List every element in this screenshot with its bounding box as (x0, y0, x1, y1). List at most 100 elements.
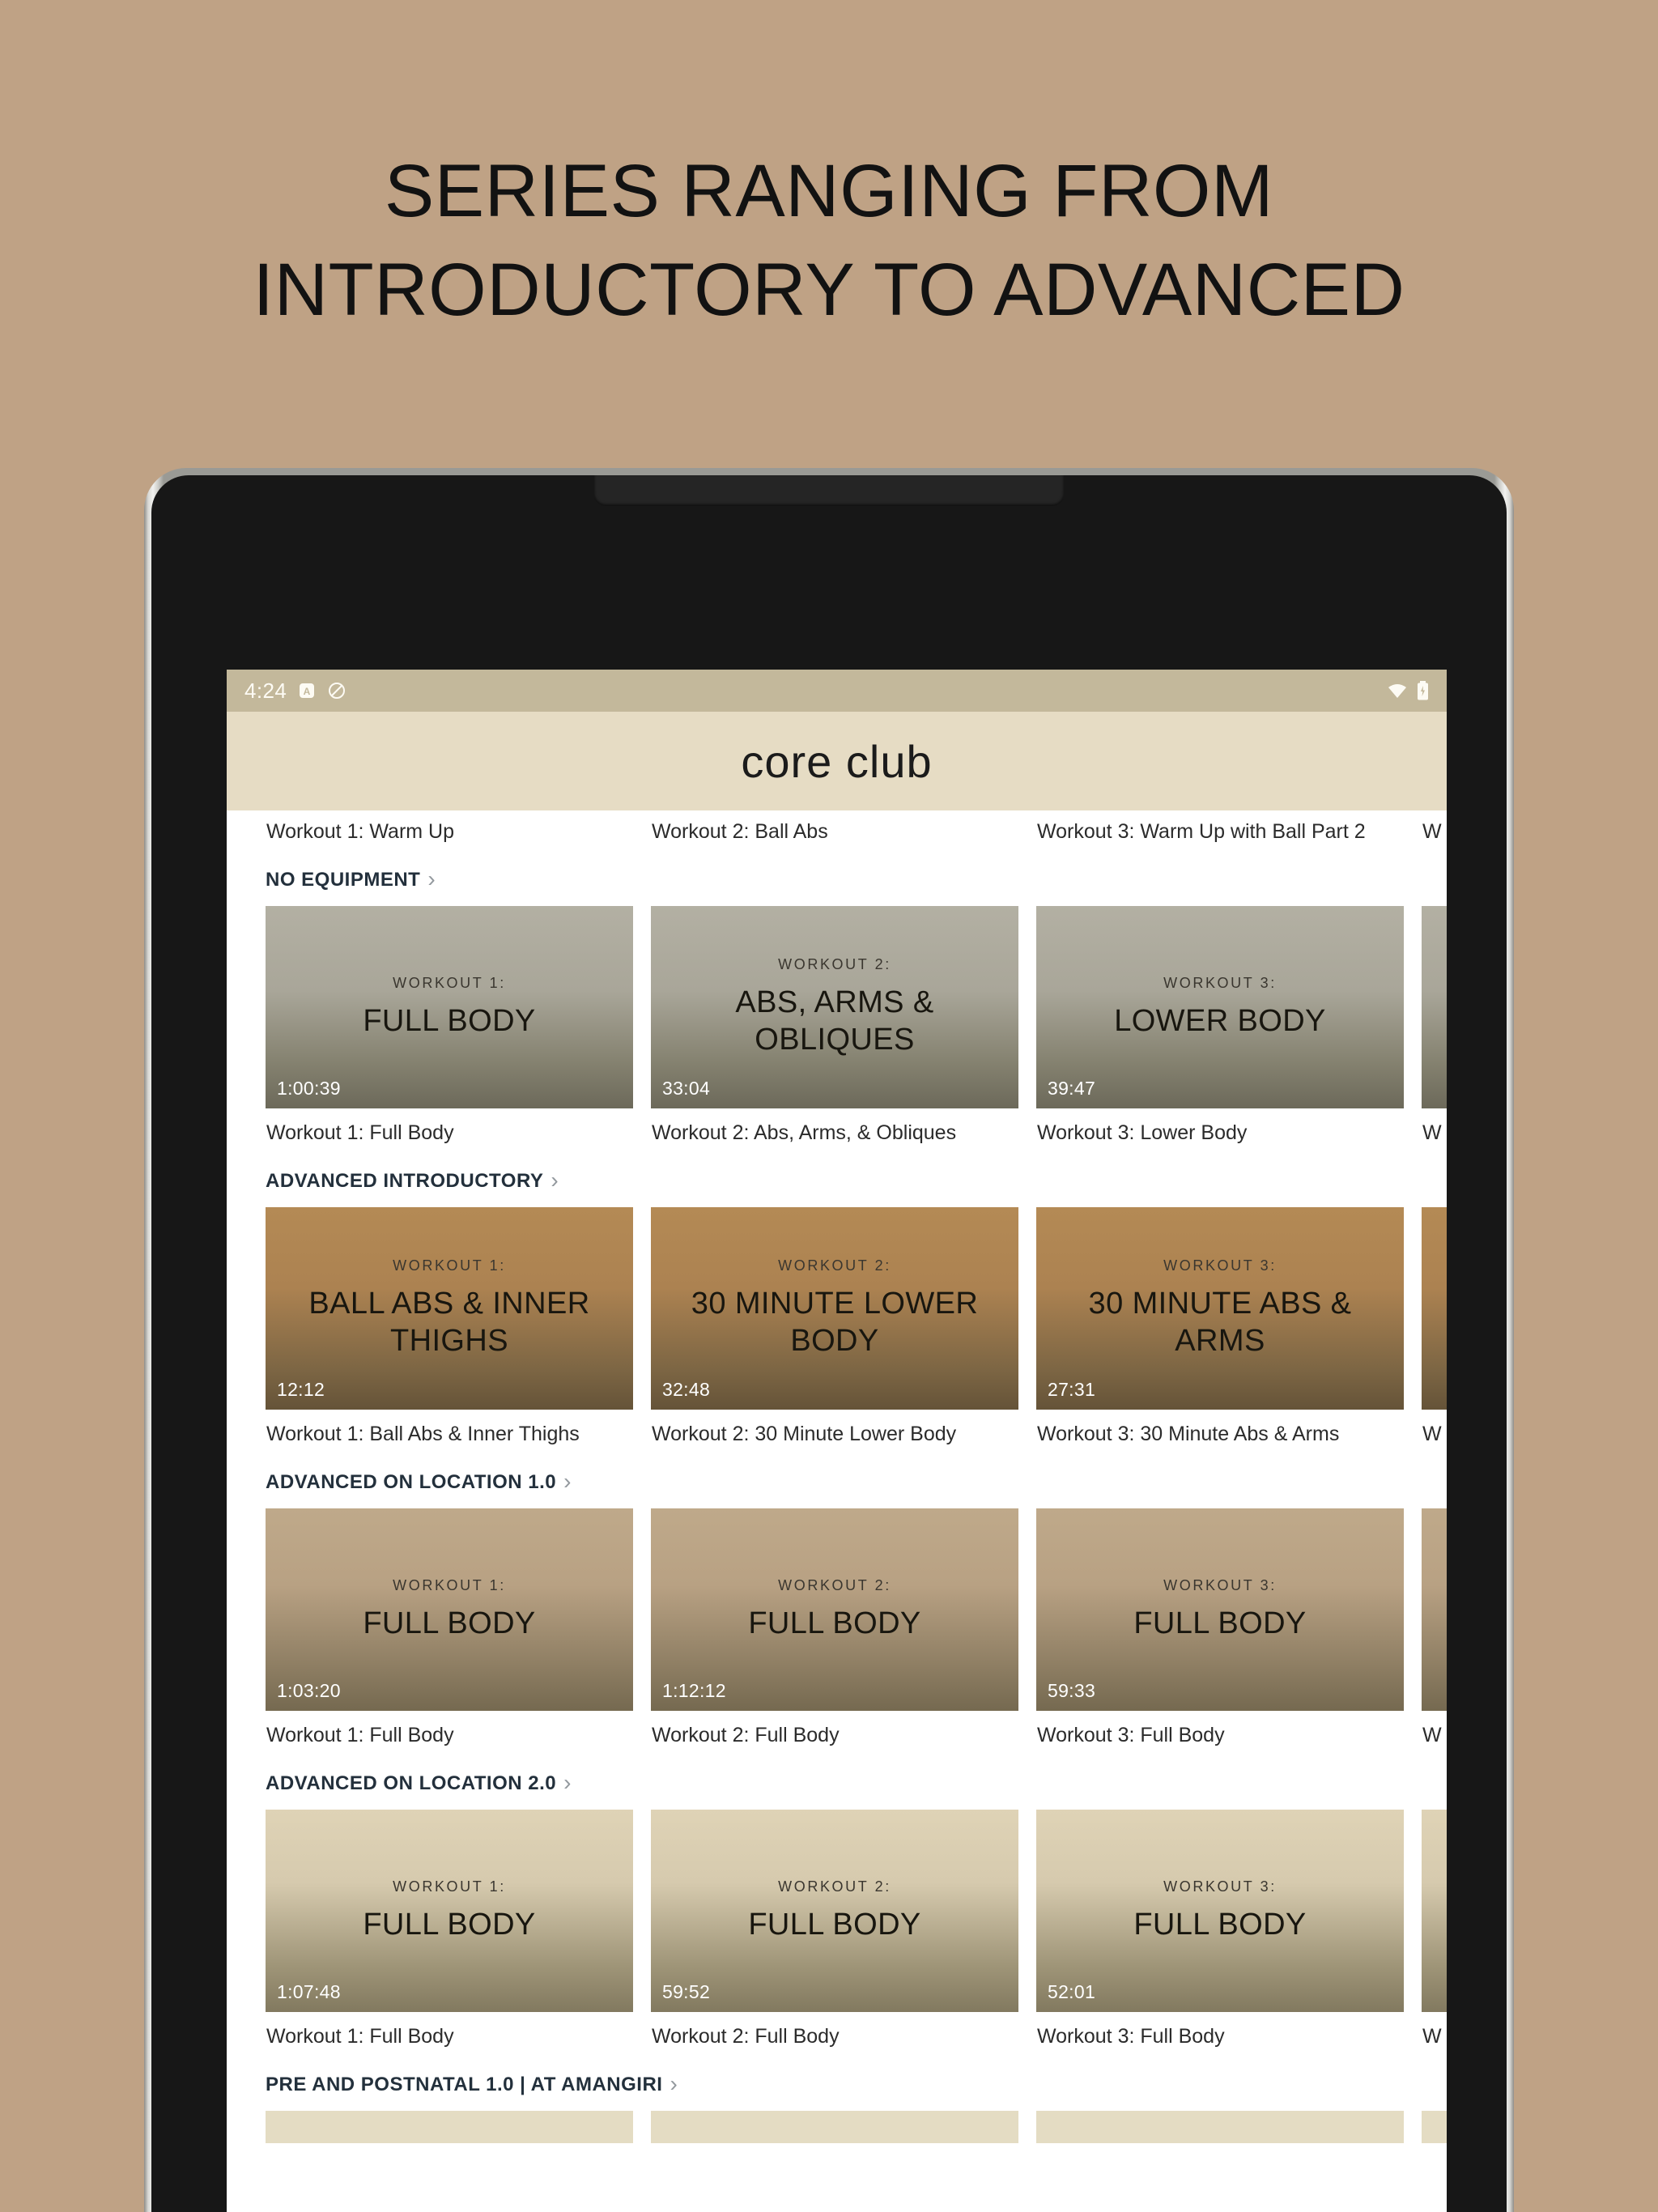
card-title: FULL BODY (748, 1907, 921, 1942)
speaker-notch-icon (594, 475, 1064, 506)
card-section: ADVANCED ON LOCATION 1.0 › WORKOUT 1: FULL … (266, 1446, 1447, 1747)
card-thumbnail[interactable]: WORKOUT 2: 30 MINUTE LOWER BODY 32:48 (651, 1207, 1018, 1410)
card-thumbnail[interactable] (1036, 2111, 1404, 2143)
list-item[interactable]: WORKOUT 2: FULL BODY 1:12:12 Workout 2: Ful… (651, 1508, 1018, 1747)
list-item[interactable]: 10:17Workout 3: Warm Up with Ball Part 2 (1036, 810, 1404, 844)
list-item[interactable]: WORKOUT 1: FULL BODY 1:03:20 Workout 1: Ful… (266, 1508, 633, 1747)
card-thumbnail[interactable]: WORKOUT 1: FULL BODY 1:03:20 (266, 1508, 633, 1711)
card-title: FULL BODY (1133, 1907, 1307, 1942)
card-kicker: WORKOUT 1: (393, 1257, 506, 1274)
card-thumbnail[interactable]: WORKOUT 2: FULL BODY 59:52 (651, 1810, 1018, 2012)
list-item[interactable]: WORKOUT 3: FULL BODY 52:01 Workout 3: Full … (1036, 1810, 1404, 2048)
card-label: Workout 1: Ball Abs & Inner Thighs (266, 1423, 580, 1445)
list-item[interactable]: WORKOUT 3: LOWER BODY 39:47 Workout 3: Lowe… (1036, 906, 1404, 1145)
chevron-right-icon: › (551, 1168, 559, 1193)
card-kicker: WORKOUT 2: (778, 1257, 891, 1274)
card-label: Workout 1: Full Body (266, 1724, 454, 1746)
list-item[interactable]: WORKOUT 1: BALL ABS & INNER THIGHS 12:12 Wo… (266, 1207, 633, 1446)
card-thumbnail[interactable]: WORKOUT 3: FULL BODY 52:01 (1036, 1810, 1404, 2012)
list-item[interactable]: W (1422, 1508, 1447, 1747)
list-item[interactable] (266, 2111, 633, 2143)
card-thumbnail[interactable] (266, 2111, 633, 2143)
card-title: 30 MINUTE LOWER BODY (691, 1286, 979, 1358)
card-thumbnail[interactable] (1422, 1207, 1447, 1410)
list-item[interactable]: WORKOUT 1: FULL BODY 1:07:48 Workout 1: Ful… (266, 1810, 633, 2048)
card-thumbnail[interactable]: WORKOUT 3: FULL BODY 59:33 (1036, 1508, 1404, 1711)
card-label: Workout 3: Full Body (1037, 1724, 1225, 1746)
card-thumbnail[interactable]: WORKOUT 2: FULL BODY 1:12:12 (651, 1508, 1018, 1711)
card-title: 30 MINUTE ABS & ARMS (1088, 1286, 1352, 1358)
svg-text:A: A (304, 686, 311, 697)
card-section: ADVANCED INTRODUCTORY › WORKOUT 1: BALL ABS… (266, 1145, 1447, 1446)
card-thumbnail[interactable] (1422, 2111, 1447, 2143)
card-thumbnail[interactable]: WORKOUT 1: BALL ABS & INNER THIGHS 12:12 (266, 1207, 633, 1410)
card-label: Workout 3: 30 Minute Abs & Arms (1037, 1423, 1340, 1445)
card-label: W (1422, 2025, 1442, 2048)
card-thumbnail[interactable]: WORKOUT 1: FULL BODY 1:07:48 (266, 1810, 633, 2012)
card-thumbnail[interactable]: WORKOUT 3: 30 MINUTE ABS & ARMS 27:31 (1036, 1207, 1404, 1410)
card-thumbnail[interactable] (1422, 1508, 1447, 1711)
list-item[interactable] (651, 2111, 1018, 2143)
card-duration: 27:31 (1048, 1379, 1096, 1400)
list-item[interactable]: W (1422, 1810, 1447, 2048)
app-header: core club (227, 712, 1447, 810)
section-title: ADVANCED ON LOCATION 1.0 (266, 1471, 557, 1493)
card-title: ABS, ARMS & OBLIQUES (735, 985, 934, 1057)
card-kicker: WORKOUT 1: (393, 974, 506, 991)
card-thumbnail[interactable] (1422, 1810, 1447, 2012)
list-item[interactable]: W (1422, 810, 1447, 844)
card-row: WORKOUT 1: BALL ABS & INNER THIGHS 12:12 Wo… (266, 1207, 1447, 1446)
card-label: Workout 1: Full Body (266, 1121, 454, 1144)
list-item[interactable]: 13:48Workout 1: Warm Up (266, 810, 633, 844)
card-thumbnail[interactable]: WORKOUT 2: ABS, ARMS & OBLIQUES 33:04 (651, 906, 1018, 1108)
section-header-2[interactable]: ADVANCED ON LOCATION 1.0 › (266, 1446, 1447, 1508)
status-bar-time: 4:24 (244, 678, 287, 703)
card-label: Workout 2: 30 Minute Lower Body (652, 1423, 957, 1445)
list-item[interactable]: WORKOUT 3: 30 MINUTE ABS & ARMS 27:31 Worko… (1036, 1207, 1404, 1446)
tablet-device-frame: 4:24 A core club Workout 1: Warm Up Work… (144, 468, 1514, 2212)
card-thumbnail[interactable] (651, 2111, 1018, 2143)
list-item[interactable]: W (1422, 906, 1447, 1145)
section-header-0[interactable]: NO EQUIPMENT › (266, 844, 1447, 906)
list-item[interactable]: W (1422, 1207, 1447, 1446)
app-brand-title: core club (741, 735, 933, 787)
list-item[interactable]: WORKOUT 3: FULL BODY 59:33 Workout 3: Full … (1036, 1508, 1404, 1747)
card-section: ADVANCED ON LOCATION 2.0 › WORKOUT 1: FULL … (266, 1747, 1447, 2048)
list-item[interactable]: WORKOUT 2: 30 MINUTE LOWER BODY 32:48 Worko… (651, 1207, 1018, 1446)
list-item[interactable]: WORKOUT 1: FULL BODY 1:00:39 Workout 1: Ful… (266, 906, 633, 1145)
list-item[interactable] (1422, 2111, 1447, 2143)
card-duration: 12:12 (277, 1379, 325, 1400)
card-duration: 59:52 (662, 1981, 711, 2002)
card-title: LOWER BODY (1114, 1003, 1326, 1038)
card-title: FULL BODY (363, 1907, 536, 1942)
section-title: PRE AND POSTNATAL 1.0 | AT AMANGIRI (266, 2074, 663, 2095)
card-label: W (1422, 1423, 1442, 1445)
card-kicker: WORKOUT 2: (778, 955, 891, 972)
list-item[interactable]: 11:50Workout 2: Ball Abs (651, 810, 1018, 844)
card-title: FULL BODY (363, 1606, 536, 1640)
card-label: W (1422, 1724, 1442, 1746)
card-thumbnail[interactable]: WORKOUT 3: LOWER BODY 39:47 (1036, 906, 1404, 1108)
card-duration: 1:03:20 (277, 1680, 341, 1701)
card-label: Workout 2: Full Body (652, 1724, 840, 1746)
list-item[interactable]: WORKOUT 2: ABS, ARMS & OBLIQUES 33:04 Worko… (651, 906, 1018, 1145)
card-row: WORKOUT 1: FULL BODY 1:00:39 Workout 1: Ful… (266, 906, 1447, 1145)
card-kicker: WORKOUT 1: (393, 1878, 506, 1895)
list-item[interactable]: WORKOUT 2: FULL BODY 59:52 Workout 2: Full … (651, 1810, 1018, 2048)
section-header-3[interactable]: ADVANCED ON LOCATION 2.0 › (266, 1747, 1447, 1810)
list-item[interactable] (1036, 2111, 1404, 2143)
card-label: Workout 2: Ball Abs (652, 820, 828, 843)
card-thumbnail[interactable] (1422, 906, 1447, 1108)
font-size-a-icon: A (298, 682, 316, 700)
card-section: PRE AND POSTNATAL 1.0 | AT AMANGIRI › (266, 2048, 1447, 2143)
card-title: FULL BODY (1133, 1606, 1307, 1640)
card-kicker: WORKOUT 3: (1163, 1576, 1277, 1593)
section-header-1[interactable]: ADVANCED INTRODUCTORY › (266, 1145, 1447, 1207)
content-scroll-area[interactable]: 13:48Workout 1: Warm Up 11:50Workout 2: B… (227, 810, 1447, 2212)
card-thumbnail[interactable]: WORKOUT 1: FULL BODY 1:00:39 (266, 906, 633, 1108)
wifi-icon (1387, 683, 1408, 699)
card-duration: 1:12:12 (662, 1680, 726, 1701)
card-kicker: WORKOUT 2: (778, 1576, 891, 1593)
section-header-last[interactable]: PRE AND POSTNATAL 1.0 | AT AMANGIRI › (266, 2048, 1447, 2111)
card-title: FULL BODY (748, 1606, 921, 1640)
